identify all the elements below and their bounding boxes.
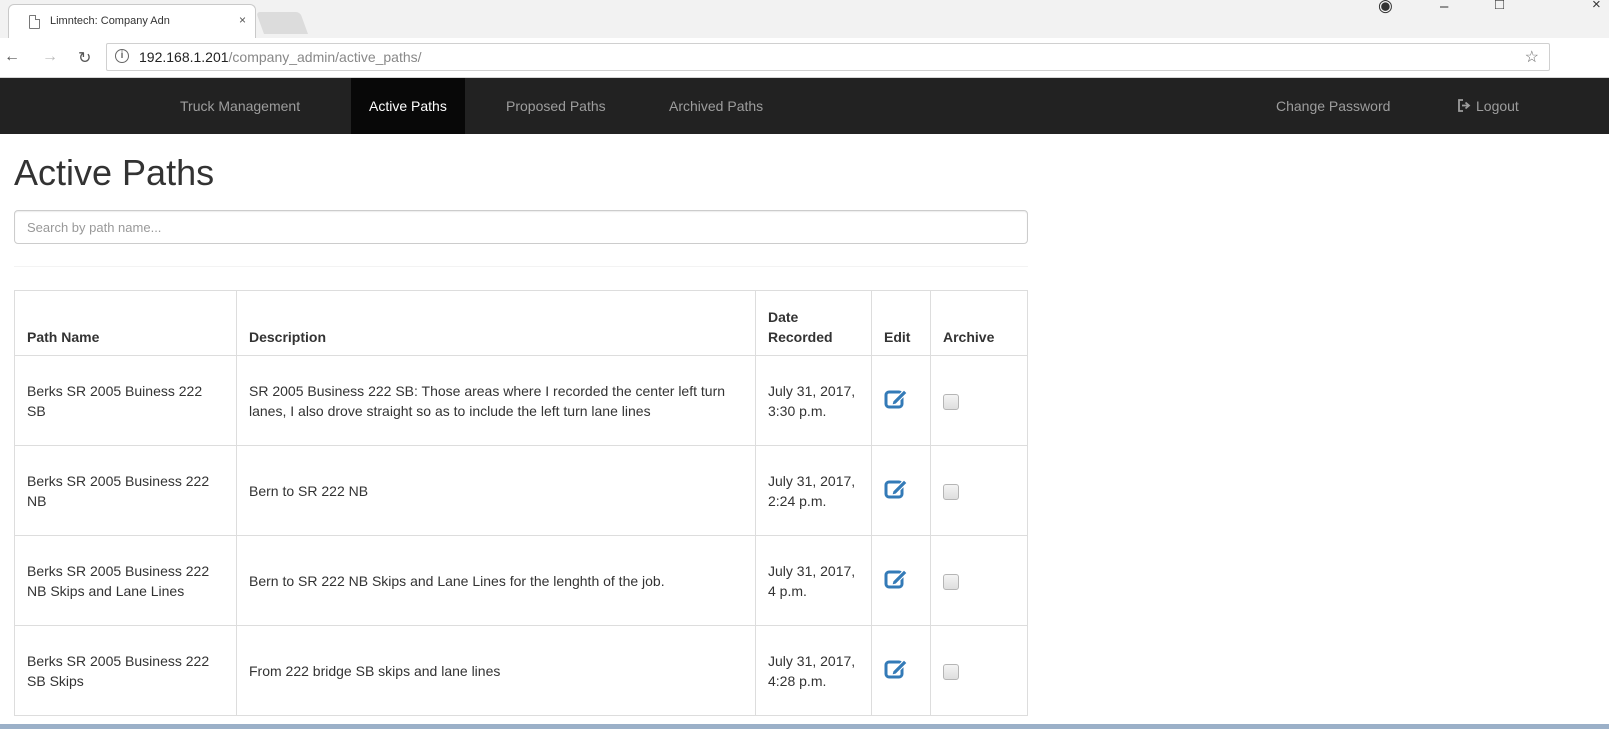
- divider: [14, 266, 1028, 267]
- account-icon[interactable]: ◉: [1378, 0, 1393, 16]
- site-info-icon[interactable]: i: [115, 49, 129, 63]
- top-navbar: Truck Management Active Paths Proposed P…: [0, 78, 1609, 134]
- edit-cell: [871, 355, 931, 446]
- new-tab-button[interactable]: [255, 12, 309, 34]
- active-paths-table: Path Name Description Date Recorded Edit…: [14, 290, 1028, 716]
- nav-active-paths[interactable]: Active Paths: [351, 78, 465, 134]
- url-text: 192.168.1.201/company_admin/active_paths…: [139, 49, 422, 65]
- description-cell: Bern to SR 222 NB: [236, 445, 756, 536]
- address-bar[interactable]: i 192.168.1.201/company_admin/active_pat…: [106, 43, 1550, 71]
- header-archive: Archive: [930, 290, 1028, 356]
- archive-cell: [930, 445, 1028, 536]
- close-window-icon[interactable]: ×: [1592, 0, 1601, 13]
- description-cell: Bern to SR 222 NB Skips and Lane Lines f…: [236, 535, 756, 626]
- edit-icon[interactable]: [884, 567, 910, 589]
- browser-tab[interactable]: Limntech: Company Adn ×: [8, 4, 256, 38]
- path-name-cell: Berks SR 2005 Business 222 SB Skips: [14, 625, 237, 716]
- description-cell: From 222 bridge SB skips and lane lines: [236, 625, 756, 716]
- bookmark-star-icon[interactable]: ☆: [1525, 47, 1539, 67]
- logout-label: Logout: [1476, 98, 1519, 114]
- url-host: 192.168.1.201: [139, 49, 229, 65]
- header-date-recorded: Date Recorded: [755, 290, 872, 356]
- description-cell: SR 2005 Business 222 SB: Those areas whe…: [236, 355, 756, 446]
- archive-cell: [930, 625, 1028, 716]
- table-row: Berks SR 2005 Business 222 SB Skips From…: [14, 625, 1028, 716]
- search-input[interactable]: [14, 210, 1028, 244]
- tab-title: Limntech: Company Adn: [50, 15, 170, 27]
- path-name-cell: Berks SR 2005 Buiness 222 SB: [14, 355, 237, 446]
- table-header-row: Path Name Description Date Recorded Edit…: [14, 290, 1028, 356]
- edit-icon[interactable]: [884, 657, 910, 679]
- url-path: /company_admin/active_paths/: [228, 49, 422, 65]
- archive-checkbox[interactable]: [943, 393, 959, 410]
- edit-cell: [871, 625, 931, 716]
- maximize-icon[interactable]: □: [1495, 0, 1504, 13]
- date-cell: July 31, 2017, 2:24 p.m.: [755, 445, 872, 536]
- edit-icon[interactable]: [884, 477, 910, 499]
- header-path-name: Path Name: [14, 290, 237, 356]
- date-cell: July 31, 2017, 3:30 p.m.: [755, 355, 872, 446]
- nav-archived-paths[interactable]: Archived Paths: [669, 78, 763, 134]
- back-icon[interactable]: ←: [4, 48, 20, 66]
- date-cell: July 31, 2017, 4:28 p.m.: [755, 625, 872, 716]
- browser-toolbar: ← → ↻ i 192.168.1.201/company_admin/acti…: [0, 38, 1609, 78]
- archive-cell: [930, 535, 1028, 626]
- table-row: Berks SR 2005 Buiness 222 SB SR 2005 Bus…: [14, 355, 1028, 446]
- header-edit: Edit: [871, 290, 931, 356]
- browser-tabstrip: Limntech: Company Adn × ◉ – □ ×: [0, 0, 1609, 38]
- table-row: Berks SR 2005 Business 222 NB Skips and …: [14, 535, 1028, 626]
- taskbar-edge: [0, 724, 1609, 729]
- logout-icon: [1458, 78, 1471, 134]
- archive-checkbox[interactable]: [943, 663, 959, 680]
- edit-cell: [871, 535, 931, 626]
- path-name-cell: Berks SR 2005 Business 222 NB: [14, 445, 237, 536]
- archive-checkbox[interactable]: [943, 573, 959, 590]
- archive-cell: [930, 355, 1028, 446]
- edit-icon[interactable]: [884, 387, 910, 409]
- edit-cell: [871, 445, 931, 536]
- nav-proposed-paths[interactable]: Proposed Paths: [506, 78, 606, 134]
- reload-icon[interactable]: ↻: [78, 48, 91, 68]
- archive-checkbox[interactable]: [943, 483, 959, 500]
- tab-close-icon[interactable]: ×: [239, 13, 246, 27]
- nav-logout[interactable]: Logout: [1458, 78, 1519, 134]
- nav-change-password[interactable]: Change Password: [1276, 78, 1390, 134]
- minimize-icon[interactable]: –: [1440, 0, 1448, 15]
- path-name-cell: Berks SR 2005 Business 222 NB Skips and …: [14, 535, 237, 626]
- table-row: Berks SR 2005 Business 222 NB Bern to SR…: [14, 445, 1028, 536]
- page-title: Active Paths: [14, 152, 215, 193]
- page-icon: [29, 15, 40, 29]
- date-cell: July 31, 2017, 4 p.m.: [755, 535, 872, 626]
- nav-truck-management[interactable]: Truck Management: [180, 78, 300, 134]
- header-description: Description: [236, 290, 756, 356]
- forward-icon[interactable]: →: [42, 48, 58, 66]
